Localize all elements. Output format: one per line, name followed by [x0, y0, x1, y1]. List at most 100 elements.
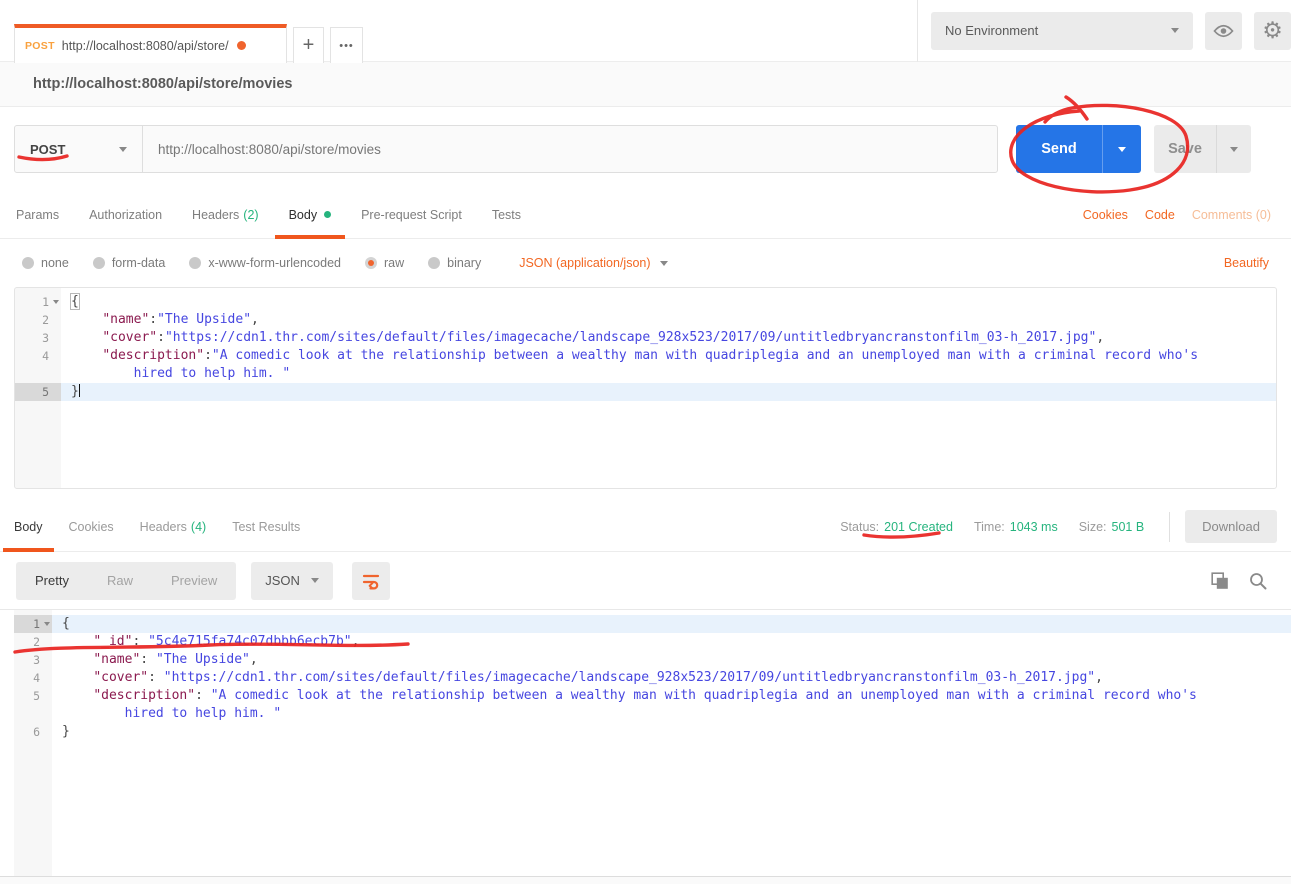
response-view-switch: Pretty Raw Preview	[16, 562, 236, 600]
tab-url-label: http://localhost:8080/api/store/	[62, 39, 229, 53]
time-label: Time:	[974, 520, 1005, 534]
code-line[interactable]: 4 "cover": "https://cdn1.thr.com/sites/d…	[0, 669, 1291, 687]
code-line[interactable]: 3 "name": "The Upside",	[0, 651, 1291, 669]
radio-icon	[428, 257, 440, 269]
tab-test-results[interactable]: Test Results	[232, 502, 300, 551]
chevron-down-icon	[119, 147, 127, 152]
request-body-editor[interactable]: 1{2 "name":"The Upside",3 "cover":"https…	[14, 287, 1277, 489]
send-button[interactable]: Send	[1016, 125, 1102, 173]
code-line[interactable]: 5}	[15, 383, 1276, 401]
code-line[interactable]: 2 "name":"The Upside",	[15, 311, 1276, 329]
view-raw[interactable]: Raw	[88, 562, 152, 600]
tab-params-label: Params	[16, 208, 59, 222]
copy-icon[interactable]	[1211, 572, 1229, 590]
view-preview[interactable]: Preview	[152, 562, 236, 600]
url-input-value: http://localhost:8080/api/store/movies	[158, 142, 381, 157]
bottom-scrollbar-track[interactable]	[0, 876, 1291, 884]
chevron-down-icon	[311, 578, 319, 583]
time-value: 1043 ms	[1010, 520, 1058, 534]
tab-response-cookies-label: Cookies	[69, 520, 114, 534]
wrap-text-icon	[361, 571, 381, 591]
send-options-button[interactable]	[1102, 125, 1141, 173]
send-button-group: Send	[1016, 125, 1141, 173]
tab-response-headers-label: Headers	[140, 520, 187, 534]
code-text: "_id": "5c4e715fa74c07dbbb6ecb7b",	[52, 633, 1291, 651]
response-toolbar-icons	[1211, 572, 1275, 590]
response-format-label: JSON	[265, 573, 300, 588]
code-text: "cover":"https://cdn1.thr.com/sites/defa…	[61, 329, 1276, 347]
body-type-urlencoded[interactable]: x-www-form-urlencoded	[189, 256, 341, 270]
code-line[interactable]: 5 "description": "A comedic look at the …	[0, 687, 1291, 705]
response-format-select[interactable]: JSON	[251, 562, 333, 600]
code-line[interactable]: 4 "description":"A comedic look at the r…	[15, 347, 1276, 365]
body-has-content-dot	[324, 211, 331, 218]
body-type-raw[interactable]: raw	[365, 256, 404, 270]
environment-quick-look-button[interactable]	[1205, 12, 1242, 50]
search-icon[interactable]	[1249, 572, 1267, 590]
line-number: 4	[14, 669, 52, 687]
code-line[interactable]: hired to help him. "	[15, 365, 1276, 383]
size-label: Size:	[1079, 520, 1107, 534]
chevron-down-icon	[1230, 147, 1238, 152]
code-text: hired to help him. "	[61, 365, 1276, 383]
line-number: 6	[14, 723, 52, 741]
time-badge: Time: 1043 ms	[974, 520, 1058, 534]
fold-caret-icon[interactable]	[53, 300, 59, 304]
request-builder-bar: POST http://localhost:8080/api/store/mov…	[0, 107, 1291, 191]
method-select[interactable]: POST	[15, 126, 143, 172]
tab-response-body[interactable]: Body	[14, 502, 43, 551]
body-type-form-data[interactable]: form-data	[93, 256, 166, 270]
line-number: 5	[14, 687, 52, 705]
tab-authorization[interactable]: Authorization	[89, 191, 162, 238]
code-line[interactable]: 6}	[0, 723, 1291, 741]
line-number: 3	[14, 651, 52, 669]
save-button[interactable]: Save	[1154, 125, 1216, 173]
body-type-binary[interactable]: binary	[428, 256, 481, 270]
url-input[interactable]: http://localhost:8080/api/store/movies	[143, 126, 997, 172]
code-line[interactable]: 1{	[0, 615, 1291, 633]
cookies-link[interactable]: Cookies	[1083, 208, 1128, 222]
tab-tests[interactable]: Tests	[492, 191, 521, 238]
size-value: 501 B	[1112, 520, 1145, 534]
wrap-text-button[interactable]	[352, 562, 390, 600]
environment-select[interactable]: No Environment	[931, 12, 1193, 50]
tab-pre-request-label: Pre-request Script	[361, 208, 462, 222]
view-pretty[interactable]: Pretty	[16, 562, 88, 600]
tab-params[interactable]: Params	[16, 191, 59, 238]
code-link[interactable]: Code	[1145, 208, 1175, 222]
tab-pre-request-script[interactable]: Pre-request Script	[361, 191, 462, 238]
body-type-raw-label: raw	[384, 256, 404, 270]
radio-icon	[22, 257, 34, 269]
chevron-down-icon	[1118, 147, 1126, 152]
tab-response-headers[interactable]: Headers (4)	[140, 502, 207, 551]
request-title-bar: http://localhost:8080/api/store/movies	[0, 62, 1291, 107]
body-type-none[interactable]: none	[22, 256, 69, 270]
body-type-none-label: none	[41, 256, 69, 270]
line-number: 5	[15, 383, 61, 401]
download-button[interactable]: Download	[1185, 510, 1277, 543]
code-line[interactable]: 1{	[15, 293, 1276, 311]
code-line[interactable]: hired to help him. "	[0, 705, 1291, 723]
radio-icon	[93, 257, 105, 269]
body-type-binary-label: binary	[447, 256, 481, 270]
postman-app: { "colors": { "accent_orange": "#f0561d"…	[0, 0, 1291, 884]
new-tab-button[interactable]: +	[293, 27, 324, 63]
more-tabs-button[interactable]: •••	[330, 27, 363, 63]
comments-link[interactable]: Comments (0)	[1192, 208, 1271, 222]
response-body-viewer[interactable]: 1{2 "_id": "5c4e715fa74c07dbbb6ecb7b",3 …	[0, 609, 1291, 880]
code-line[interactable]: 2 "_id": "5c4e715fa74c07dbbb6ecb7b",	[0, 633, 1291, 651]
content-type-select[interactable]: JSON (application/json)	[519, 256, 667, 270]
tab-response-cookies[interactable]: Cookies	[69, 502, 114, 551]
save-options-button[interactable]	[1216, 125, 1251, 173]
request-tab[interactable]: POST http://localhost:8080/api/store/	[14, 24, 287, 63]
code-line[interactable]: 3 "cover":"https://cdn1.thr.com/sites/de…	[15, 329, 1276, 347]
beautify-link[interactable]: Beautify	[1224, 256, 1269, 270]
fold-caret-icon[interactable]	[44, 622, 50, 626]
status-badge: Status: 201 Created	[840, 520, 953, 534]
line-number	[14, 705, 52, 723]
tab-body[interactable]: Body	[289, 191, 332, 238]
tab-headers[interactable]: Headers (2)	[192, 191, 259, 238]
eye-icon	[1213, 24, 1234, 38]
settings-button[interactable]: ⚙	[1254, 12, 1291, 50]
status-value: 201 Created	[884, 520, 953, 534]
